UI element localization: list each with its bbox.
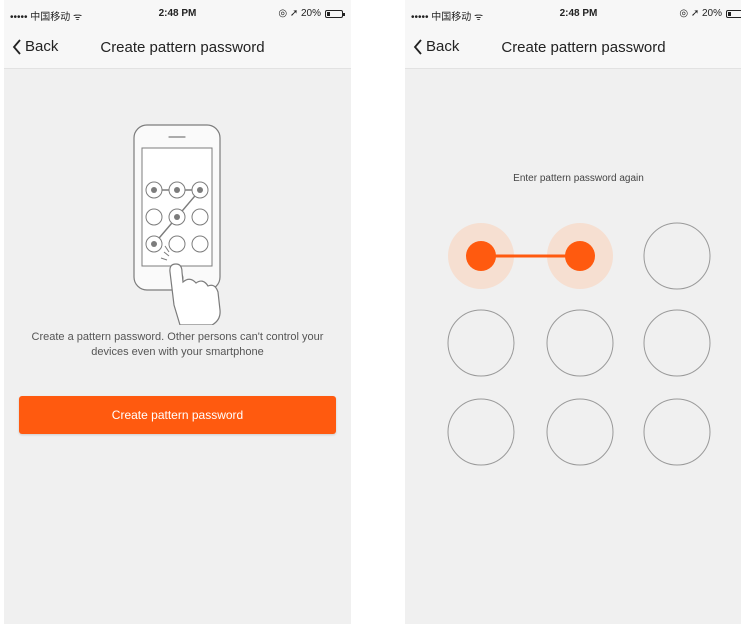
status-bar: ••••• 中国移动 ᯤ 2:48 PM ◎ ➚ 20% (4, 0, 351, 28)
pattern-dot[interactable] (643, 309, 711, 377)
pattern-dot-selected-center (466, 241, 496, 271)
illustration-pattern-dot-center (197, 187, 203, 193)
pattern-dot-selected-center (565, 241, 595, 271)
pattern-dot[interactable] (643, 398, 711, 466)
page-title: Create pattern password (100, 39, 265, 56)
create-pattern-button[interactable]: Create pattern password (19, 396, 336, 434)
status-indicators: ◎ ➚ 20% (278, 8, 321, 19)
illustration-pattern-dot (191, 208, 209, 226)
illustration-pattern-dot-center (151, 187, 157, 193)
status-right: ◎ ➚ 20% (278, 8, 345, 19)
illustration-pattern-dot-center (151, 241, 157, 247)
screen-confirm-pattern: ••••• 中国移动 ᯤ 2:48 PM ◎ ➚ 20% Back Create… (405, 0, 741, 624)
battery-icon (325, 9, 345, 18)
pattern-dot[interactable] (546, 309, 614, 377)
illustration-pattern-dot-center (174, 187, 180, 193)
navigation-bar: Back Create pattern password (4, 28, 351, 69)
illustration-pattern-dot (145, 208, 163, 226)
description-text: Create a pattern password. Other persons… (31, 331, 324, 358)
screen-create-pattern: ••••• 中国移动 ᯤ 2:48 PM ◎ ➚ 20% Back Create… (4, 0, 351, 624)
illustration-pattern-dot (191, 235, 209, 253)
pattern-dot[interactable] (546, 398, 614, 466)
pattern-dot[interactable] (447, 309, 515, 377)
pattern-dot[interactable] (643, 222, 711, 290)
illustration-pattern-dot (168, 235, 186, 253)
pattern-lock-grid[interactable] (405, 0, 741, 624)
phone-pattern-hand-illustration (133, 124, 221, 325)
illustration-pattern-dot-center (174, 214, 180, 220)
pattern-dot[interactable] (447, 398, 515, 466)
